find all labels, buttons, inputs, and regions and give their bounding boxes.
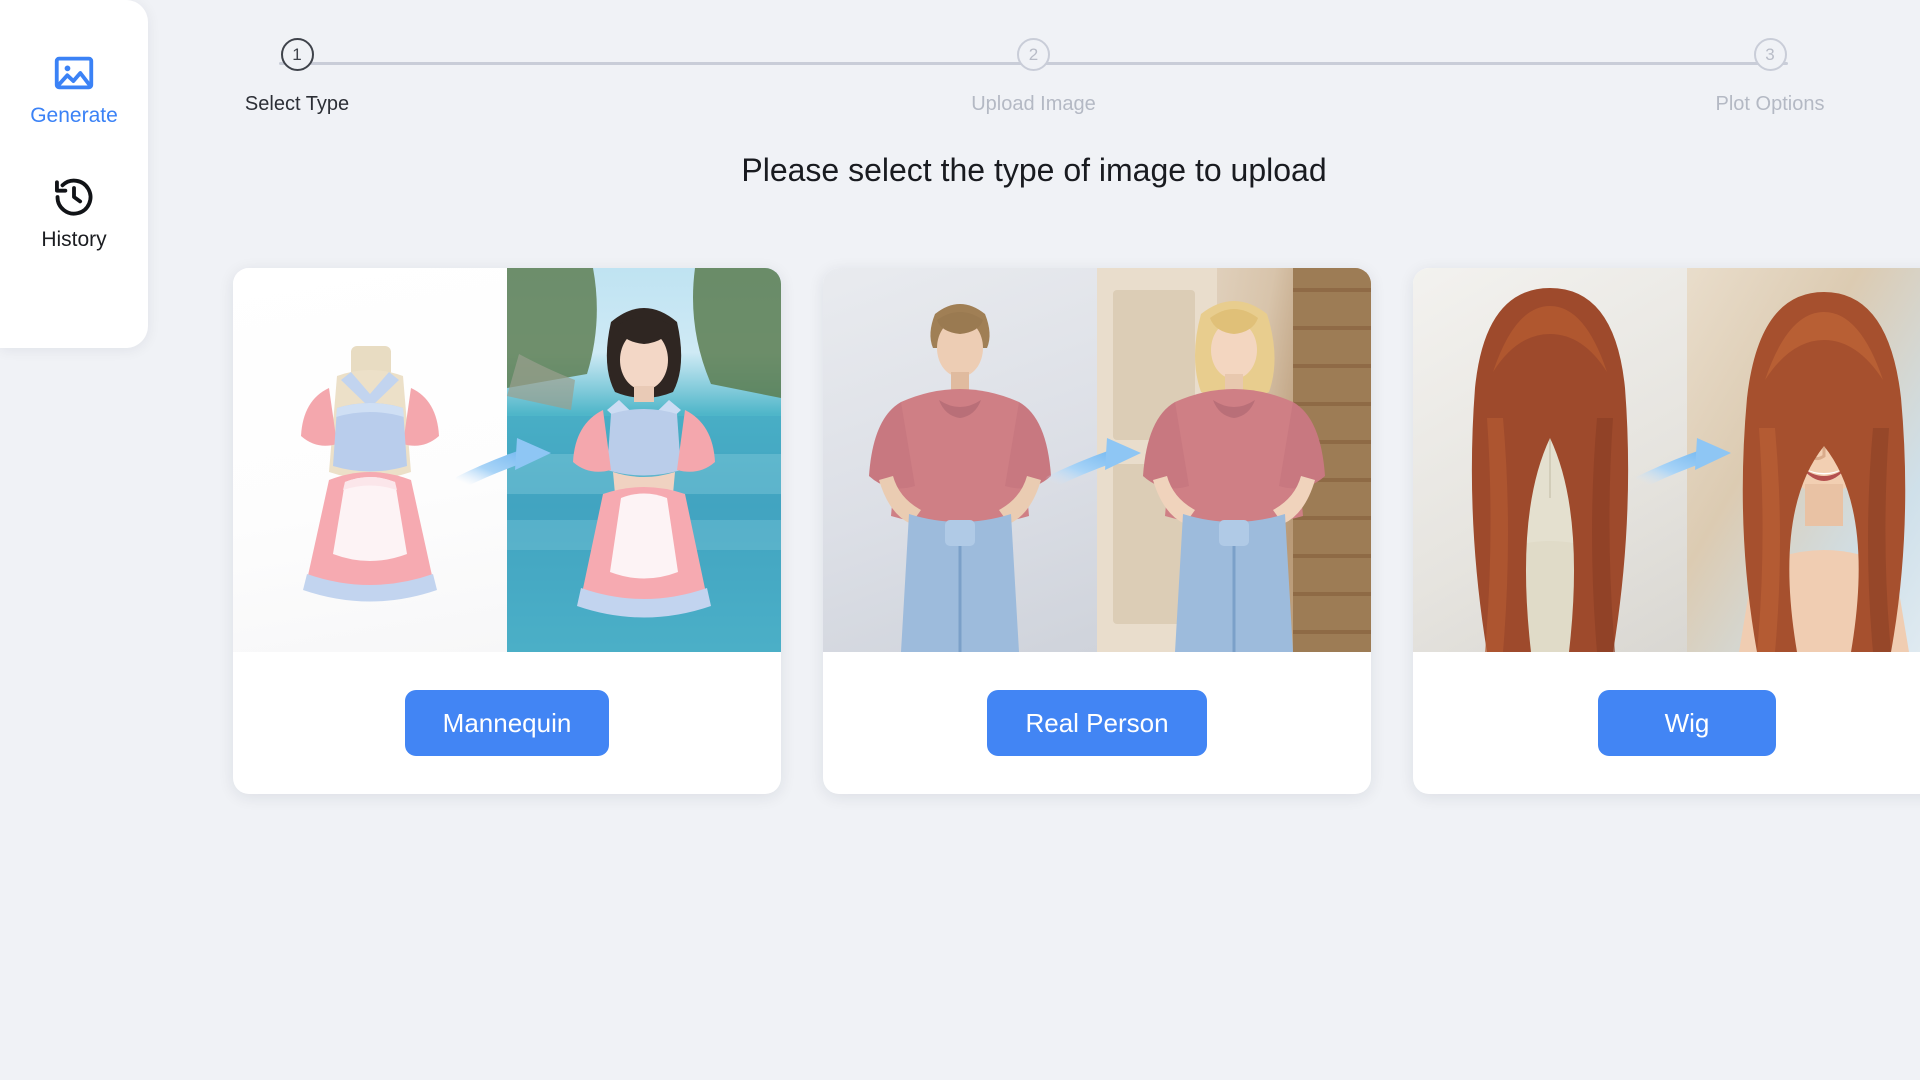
clock-rewind-icon (51, 174, 97, 220)
page-title: Please select the type of image to uploa… (741, 152, 1327, 188)
wig-before-image (1413, 268, 1687, 652)
stepper-step-1-number: 1 (280, 38, 314, 71)
stepper-step-select-type[interactable]: 1 Select Type (197, 38, 397, 116)
main-content: 1 Select Type 2 Upload Image 3 Plot Opti… (148, 0, 1920, 1080)
type-card-real-person[interactable]: Real Person (823, 268, 1371, 794)
sidebar-item-generate[interactable]: Generate (22, 44, 126, 130)
real-person-card-footer: Real Person (823, 652, 1371, 794)
select-mannequin-button[interactable]: Mannequin (404, 690, 610, 756)
stepper-step-2-label: Upload Image (971, 93, 1096, 115)
sidebar: Generate History (0, 0, 148, 348)
wig-after-image (1687, 268, 1920, 652)
stepper-step-upload-image[interactable]: 2 Upload Image (934, 38, 1134, 116)
mannequin-before-image (233, 268, 507, 652)
stepper-step-plot-options[interactable]: 3 Plot Options (1670, 38, 1870, 116)
stepper-step-1-label: Select Type (244, 93, 350, 115)
real-person-after-image (1097, 268, 1371, 652)
mannequin-after-image (507, 268, 781, 652)
real-person-preview (823, 268, 1371, 652)
type-card-list: Mannequin Real Person Wig (233, 268, 1920, 794)
mannequin-card-footer: Mannequin (233, 652, 781, 794)
select-wig-button[interactable]: Wig (1598, 690, 1776, 756)
stepper-step-2-number: 2 (1017, 38, 1050, 71)
stepper-step-3-number: 3 (1753, 38, 1787, 71)
real-person-before-image (823, 268, 1097, 652)
mannequin-preview (233, 268, 781, 652)
progress-stepper: 1 Select Type 2 Upload Image 3 Plot Opti… (245, 38, 1824, 124)
wig-preview (1413, 268, 1920, 652)
sidebar-item-history[interactable]: History (22, 168, 126, 254)
sidebar-item-history-label: History (41, 228, 107, 251)
wig-card-footer: Wig (1413, 652, 1920, 794)
type-card-wig[interactable]: Wig (1413, 268, 1920, 794)
sidebar-item-generate-label: Generate (30, 104, 118, 127)
select-real-person-button[interactable]: Real Person (987, 690, 1207, 756)
stepper-step-3-label: Plot Options (1715, 93, 1825, 115)
image-icon (51, 50, 97, 96)
type-card-mannequin[interactable]: Mannequin (233, 268, 781, 794)
